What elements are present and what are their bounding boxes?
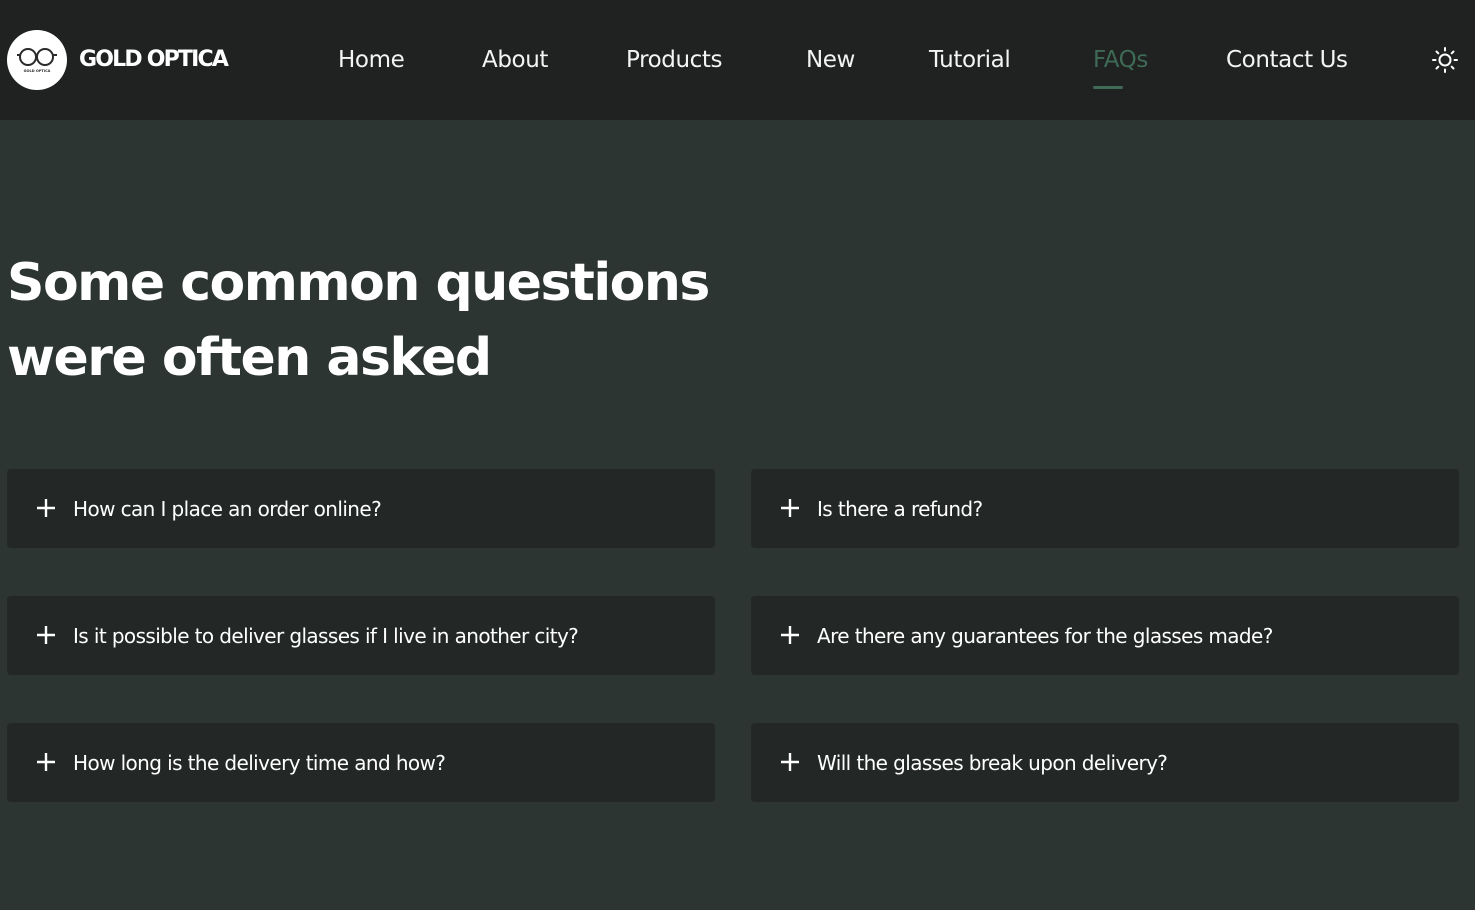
plus-icon[interactable] (33, 622, 59, 648)
logo[interactable]: GOLD OPTICA (7, 30, 67, 90)
faq-question: How can I place an order online? (73, 497, 382, 521)
plus-icon[interactable] (33, 749, 59, 775)
nav-new[interactable]: New (806, 45, 855, 75)
plus-icon[interactable] (777, 495, 803, 521)
faq-question: How long is the delivery time and how? (73, 751, 446, 775)
faq-item-order-online[interactable]: How can I place an order online? (7, 469, 715, 548)
page-title-line-1: Some common questions (7, 253, 710, 313)
nav-faqs[interactable]: FAQs (1093, 45, 1148, 75)
theme-toggle-button[interactable] (1430, 45, 1460, 75)
faq-question: Is there a refund? (817, 497, 983, 521)
faq-item-refund[interactable]: Is there a refund? (751, 469, 1459, 548)
faq-item-delivery-other-city[interactable]: Is it possible to deliver glasses if I l… (7, 596, 715, 675)
plus-icon[interactable] (777, 622, 803, 648)
faq-question: Will the glasses break upon delivery? (817, 751, 1168, 775)
faq-item-delivery-time[interactable]: How long is the delivery time and how? (7, 723, 715, 802)
active-nav-indicator (1093, 86, 1123, 89)
navbar: GOLD OPTICA GOLD OPTICA Home About Produ… (0, 0, 1475, 120)
logo-text: GOLD OPTICA (24, 69, 51, 73)
page-title-line-2: were often asked (7, 328, 492, 388)
nav-about[interactable]: About (482, 45, 548, 75)
nav-contact-us[interactable]: Contact Us (1226, 45, 1348, 75)
nav-products[interactable]: Products (626, 45, 723, 75)
faq-item-guarantees[interactable]: Are there any guarantees for the glasses… (751, 596, 1459, 675)
plus-icon[interactable] (777, 749, 803, 775)
nav-home[interactable]: Home (338, 45, 405, 75)
glasses-logo-icon: GOLD OPTICA (17, 48, 57, 73)
faq-question: Are there any guarantees for the glasses… (817, 624, 1273, 648)
page-title: Some common questions were often asked (7, 246, 767, 396)
brand-name[interactable]: GOLD OPTICA (79, 45, 229, 75)
sun-icon (1432, 47, 1458, 73)
nav-tutorial[interactable]: Tutorial (929, 45, 1011, 75)
faq-item-glasses-break[interactable]: Will the glasses break upon delivery? (751, 723, 1459, 802)
faq-question: Is it possible to deliver glasses if I l… (73, 624, 579, 648)
plus-icon[interactable] (33, 495, 59, 521)
